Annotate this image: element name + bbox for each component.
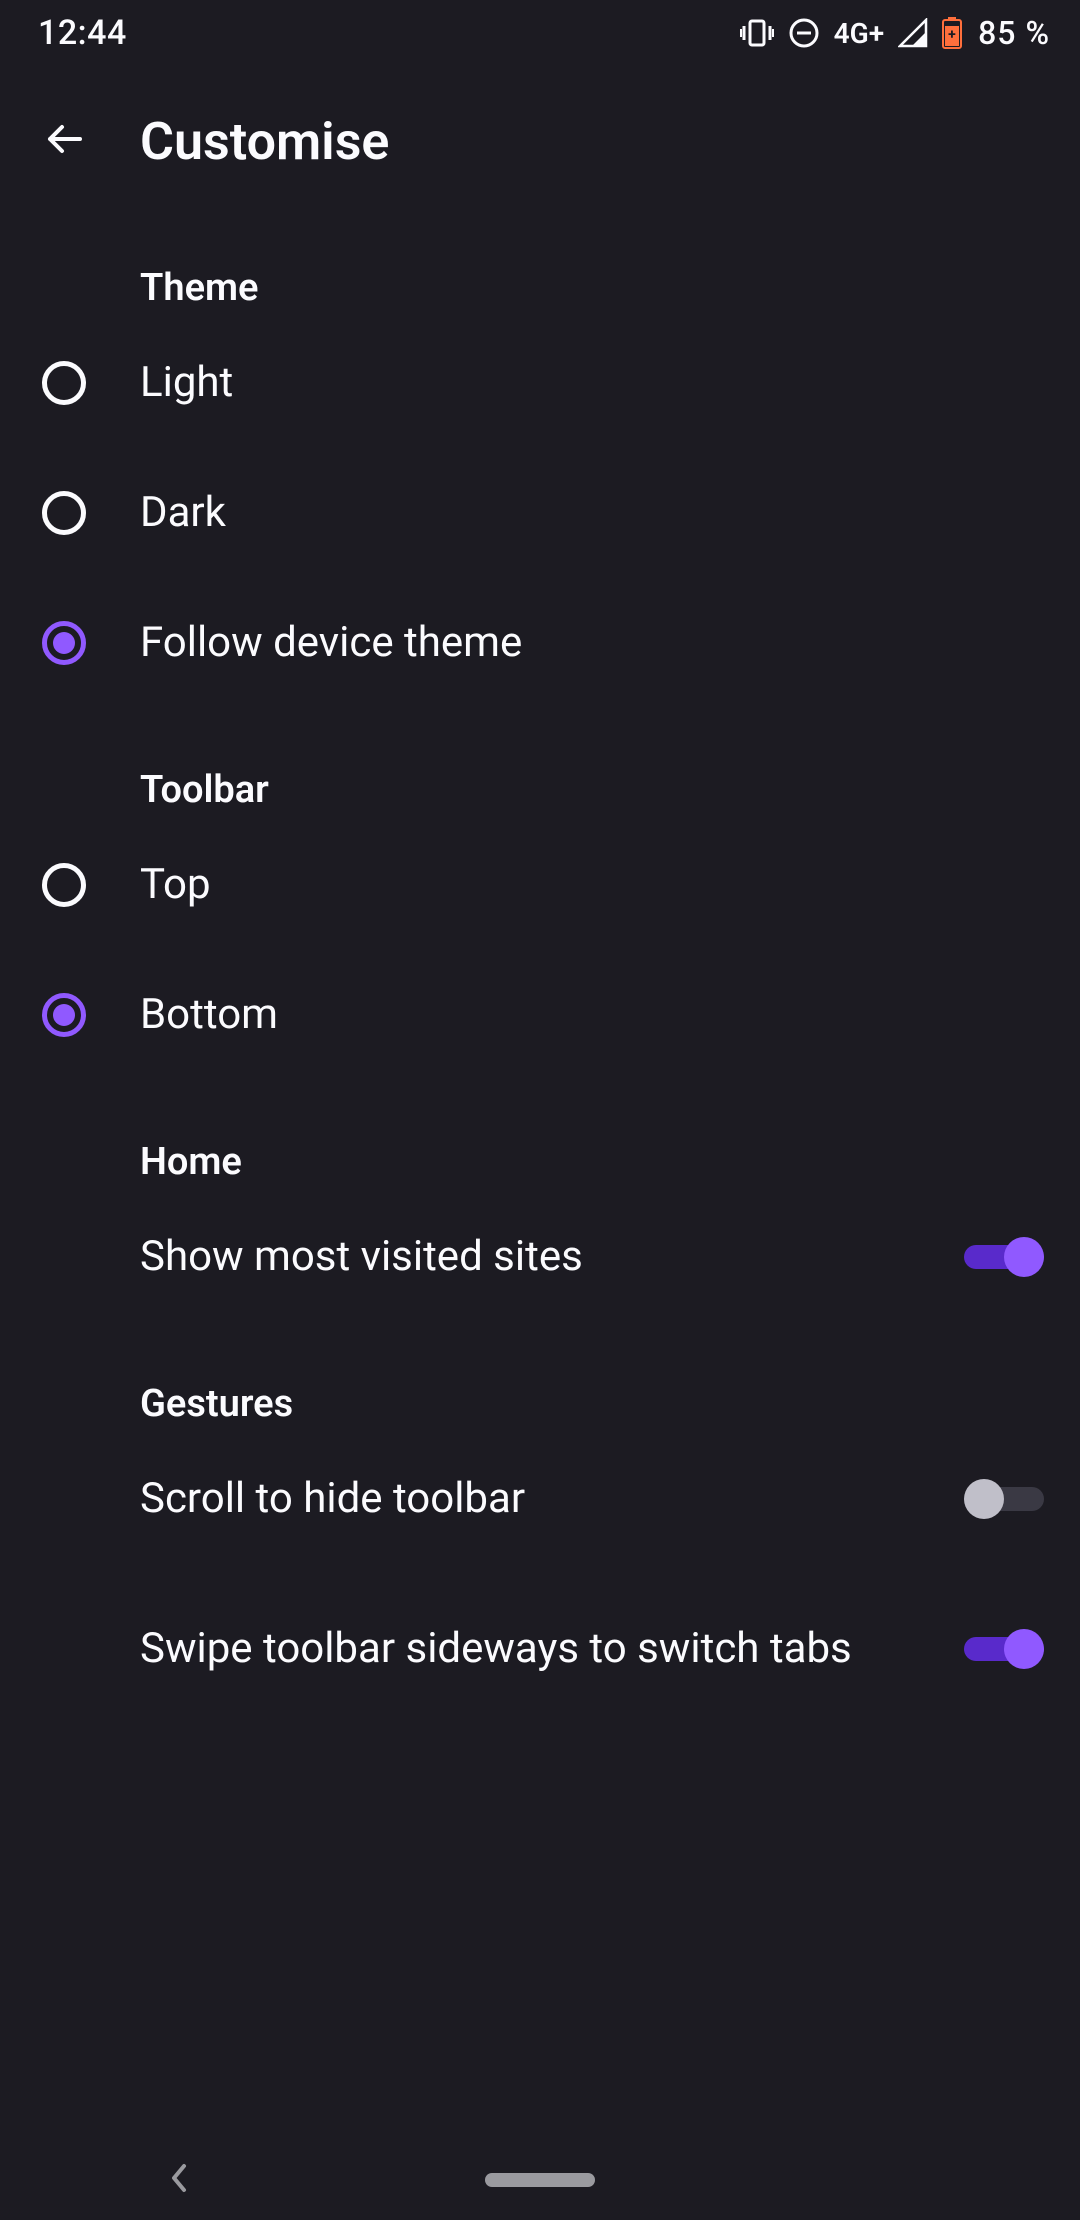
toolbar-top-label: Top (140, 859, 1044, 910)
radio-icon (42, 863, 86, 907)
app-bar: Customise (0, 66, 1080, 216)
toolbar-option-bottom[interactable]: Bottom (0, 950, 1080, 1080)
theme-heading: Theme (0, 266, 1080, 310)
scroll-hide-label: Scroll to hide toolbar (140, 1473, 964, 1524)
back-button[interactable] (28, 105, 100, 177)
svg-text:+: + (948, 27, 956, 43)
theme-light-label: Light (140, 357, 1044, 408)
switch-thumb (1004, 1629, 1044, 1669)
settings-content: Theme Light Dark Follow device theme Too… (0, 216, 1080, 1734)
system-nav-bar (0, 2140, 1080, 2220)
toolbar-heading: Toolbar (0, 768, 1080, 812)
toolbar-bottom-label: Bottom (140, 989, 1044, 1040)
show-most-visited-label: Show most visited sites (140, 1231, 964, 1282)
vibrate-icon (740, 18, 774, 48)
do-not-disturb-icon (788, 17, 820, 49)
toolbar-option-top[interactable]: Top (0, 820, 1080, 950)
show-most-visited-row[interactable]: Show most visited sites (0, 1192, 1080, 1322)
battery-percent: 85 % (978, 14, 1050, 52)
nav-home-pill[interactable] (485, 2173, 595, 2187)
swipe-tabs-switch[interactable] (964, 1629, 1044, 1669)
nav-back-button[interactable] (166, 2160, 192, 2200)
theme-option-follow-device[interactable]: Follow device theme (0, 578, 1080, 708)
swipe-tabs-label: Swipe toolbar sideways to switch tabs (140, 1623, 964, 1674)
page-title: Customise (140, 111, 389, 172)
gestures-heading: Gestures (0, 1382, 1080, 1426)
swipe-tabs-row[interactable]: Swipe toolbar sideways to switch tabs (0, 1564, 1080, 1734)
theme-option-light[interactable]: Light (0, 318, 1080, 448)
arrow-left-icon (40, 115, 88, 167)
show-most-visited-switch[interactable] (964, 1237, 1044, 1277)
network-type: 4G+ (834, 17, 884, 50)
switch-thumb (964, 1479, 1004, 1519)
switch-thumb (1004, 1237, 1044, 1277)
theme-dark-label: Dark (140, 487, 1044, 538)
scroll-hide-switch[interactable] (964, 1479, 1044, 1519)
radio-icon (42, 621, 86, 665)
radio-icon (42, 993, 86, 1037)
status-time: 12:44 (38, 13, 127, 53)
battery-icon: + (942, 17, 962, 49)
status-right: 4G+ + 85 % (740, 14, 1050, 52)
radio-icon (42, 361, 86, 405)
home-heading: Home (0, 1140, 1080, 1184)
radio-icon (42, 491, 86, 535)
signal-icon (898, 18, 928, 48)
theme-option-dark[interactable]: Dark (0, 448, 1080, 578)
status-bar: 12:44 4G+ + 85 % (0, 0, 1080, 66)
scroll-hide-row[interactable]: Scroll to hide toolbar (0, 1434, 1080, 1564)
theme-follow-label: Follow device theme (140, 617, 1044, 668)
